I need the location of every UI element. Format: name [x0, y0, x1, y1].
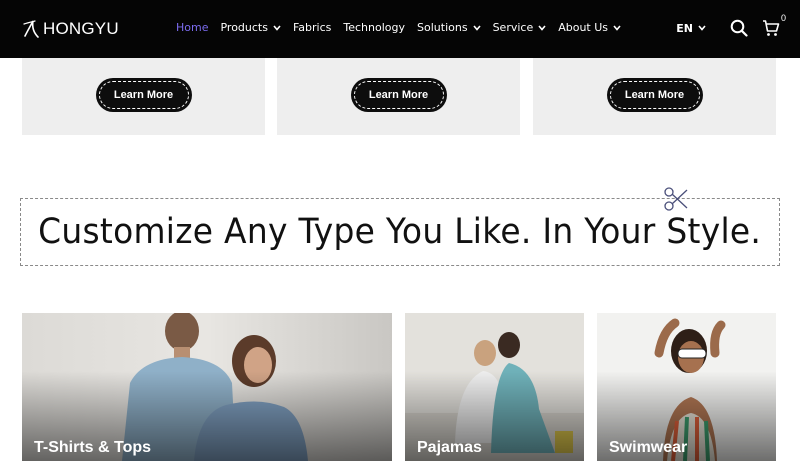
- banner-heading: Customize Any Type You Like. In Your Sty…: [38, 212, 762, 252]
- nav-solutions-label: Solutions: [417, 21, 468, 34]
- scissors-icon: [664, 187, 688, 211]
- nav-technology-label: Technology: [343, 21, 406, 34]
- chevron-down-icon: [472, 25, 481, 31]
- cart-icon: [763, 20, 780, 36]
- logo-mark-icon: [23, 20, 39, 38]
- language-label: EN: [676, 21, 693, 35]
- category-label: Swimwear: [609, 439, 688, 456]
- learn-more-button[interactable]: Learn More: [606, 78, 703, 112]
- nav-home-label: Home: [176, 21, 209, 34]
- category-card-swimwear[interactable]: Swimwear: [597, 313, 776, 461]
- category-card-pajamas[interactable]: Pajamas: [405, 313, 584, 461]
- nav-fabrics-label: Fabrics: [292, 21, 332, 34]
- site-header: HONGYU Home Products Fabrics Technology …: [0, 0, 800, 58]
- nav-products[interactable]: Products: [220, 19, 281, 37]
- learn-more-button[interactable]: Learn More: [350, 78, 447, 112]
- chevron-down-icon: [698, 25, 706, 31]
- learn-more-label: Learn More: [368, 89, 429, 101]
- main-nav: Home Products Fabrics Technology Solutio…: [176, 19, 633, 37]
- search-icon: [730, 19, 748, 37]
- language-selector[interactable]: EN: [676, 22, 706, 35]
- category-card-tshirts[interactable]: T-Shirts & Tops: [22, 313, 392, 461]
- nav-fabrics[interactable]: Fabrics: [293, 19, 331, 37]
- chevron-down-icon: [613, 25, 621, 31]
- cart-count-badge: 0: [780, 13, 786, 23]
- feature-card: Learn More: [533, 58, 776, 135]
- chevron-down-icon: [538, 25, 546, 31]
- chevron-down-icon: [273, 25, 281, 31]
- learn-more-label: Learn More: [624, 89, 685, 101]
- nav-products-label: Products: [220, 21, 268, 34]
- feature-card: Learn More: [277, 58, 520, 135]
- nav-home[interactable]: Home: [176, 19, 208, 37]
- feature-card: Learn More: [22, 58, 265, 135]
- category-label: Pajamas: [417, 439, 482, 456]
- nav-service-label: Service: [492, 21, 534, 34]
- nav-service[interactable]: Service: [493, 19, 547, 37]
- logo-text: HONGYU: [43, 19, 119, 38]
- search-button[interactable]: [730, 19, 748, 37]
- learn-more-label: Learn More: [113, 89, 174, 101]
- nav-about-us-label: About Us: [558, 21, 609, 34]
- learn-more-button[interactable]: Learn More: [95, 78, 192, 112]
- nav-about-us[interactable]: About Us: [558, 19, 621, 37]
- header-actions: EN 0: [676, 13, 786, 41]
- logo[interactable]: HONGYU: [22, 17, 119, 41]
- nav-solutions[interactable]: Solutions: [417, 19, 481, 37]
- cart-button[interactable]: 0: [762, 13, 786, 37]
- category-label: T-Shirts & Tops: [34, 439, 152, 456]
- nav-technology[interactable]: Technology: [343, 19, 405, 37]
